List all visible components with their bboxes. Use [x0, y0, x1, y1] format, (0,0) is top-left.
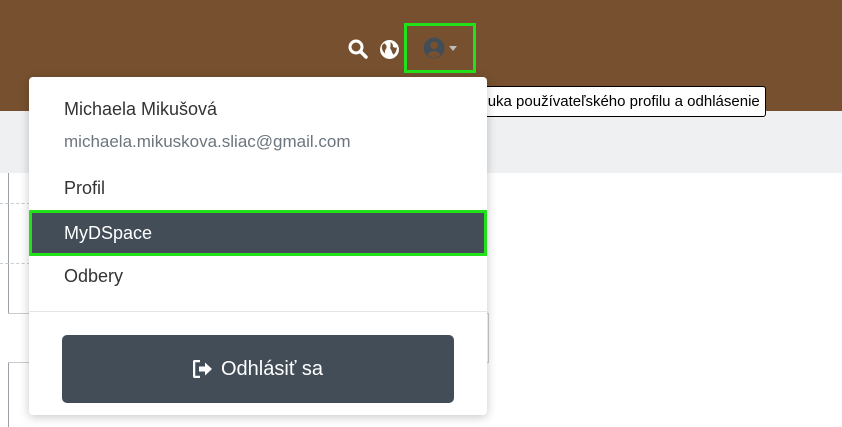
globe-icon [379, 39, 399, 59]
caret-down-icon [449, 45, 457, 51]
user-email: michaela.mikuskova.sliac@gmail.com [64, 132, 351, 151]
user-circle-icon [423, 37, 445, 59]
search-button[interactable] [347, 38, 369, 60]
user-dropdown-menu: Michaela Mikušová michaela.mikuskova.sli… [29, 77, 487, 415]
sign-out-icon [193, 360, 212, 378]
dropdown-divider [29, 311, 487, 312]
user-menu-button[interactable] [404, 23, 476, 73]
user-name: Michaela Mikušová [64, 99, 218, 119]
user-menu-tooltip: Ponuka používateľského profilu a odhláse… [455, 86, 766, 117]
search-icon [348, 39, 368, 59]
menu-item-profile[interactable]: Profil [29, 165, 487, 211]
menu-item-mydspace[interactable]: MyDSpace [29, 210, 487, 256]
background-divider [0, 203, 30, 204]
background-divider [0, 263, 30, 264]
header-actions [347, 23, 476, 73]
language-button[interactable] [378, 38, 400, 60]
menu-item-subscriptions[interactable]: Odbery [29, 253, 487, 299]
logout-label: Odhlásiť sa [221, 357, 323, 380]
background-border [8, 173, 9, 427]
logout-button[interactable]: Odhlásiť sa [62, 335, 454, 403]
